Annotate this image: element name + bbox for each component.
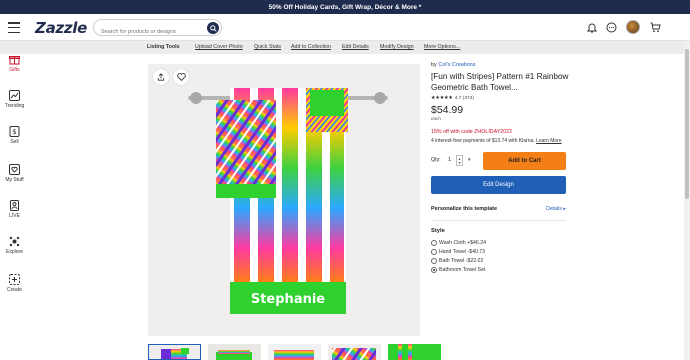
favorite-heart-icon[interactable] bbox=[173, 69, 189, 85]
add-to-collection-link[interactable]: Add to Collection bbox=[291, 44, 331, 50]
sidebar-label-live: LIVE bbox=[9, 213, 20, 219]
search-bar[interactable] bbox=[93, 19, 222, 40]
creator-link[interactable]: Col's Creations bbox=[438, 62, 475, 68]
scrollbar-thumb[interactable] bbox=[685, 49, 689, 199]
bell-icon[interactable] bbox=[585, 21, 598, 34]
promo-code-text: 15% off with code ZHOLIDAY2022 bbox=[431, 129, 513, 135]
listing-tools-toolbar: Listing Tools Upload Cover Photo Quick S… bbox=[0, 41, 690, 54]
qty-label: Qty: bbox=[431, 157, 441, 163]
sidebar-item-my-stuff[interactable]: My Stuff bbox=[0, 164, 29, 183]
sidebar-label-gifts: Gifts bbox=[9, 67, 20, 73]
sidebar-item-explore[interactable]: Explore bbox=[0, 236, 29, 255]
towel-name-text: Stephanie bbox=[251, 292, 325, 307]
user-avatar[interactable] bbox=[626, 20, 640, 34]
product-title: [Fun with Stripes] Pattern #1 Rainbow Ge… bbox=[431, 72, 569, 92]
qty-dropdown-icon[interactable]: ▾ bbox=[468, 157, 471, 163]
sidebar-item-gifts[interactable]: Gifts bbox=[0, 54, 29, 73]
klarna-info: 4 interest-free payments of $13.74 with … bbox=[431, 138, 562, 144]
cart-icon[interactable] bbox=[649, 21, 662, 34]
left-sidebar: Gifts Trending $ Sell My Stuff LIVE Expl… bbox=[0, 54, 29, 360]
sidebar-item-trending[interactable]: Trending bbox=[0, 90, 29, 109]
listing-tools-title: Listing Tools bbox=[147, 44, 180, 50]
explore-icon bbox=[9, 236, 20, 247]
star-rating-icon: ★★★★★ bbox=[431, 95, 453, 101]
product-price: $54.99 bbox=[431, 104, 464, 116]
share-icon[interactable] bbox=[153, 69, 169, 85]
heart-box-icon bbox=[9, 164, 20, 175]
site-header: Zazzle bbox=[0, 14, 690, 41]
sidebar-label-trending: Trending bbox=[4, 103, 25, 109]
quantity-stepper[interactable]: ▲ ▼ bbox=[456, 155, 463, 166]
style-option-bathroom-towel-set[interactable]: Bathroom Towel Set bbox=[431, 265, 485, 274]
radio-button[interactable] bbox=[431, 248, 437, 255]
personalize-title: Personalize this template bbox=[431, 206, 498, 212]
radio-button-selected[interactable] bbox=[431, 266, 437, 273]
page-scrollbar[interactable] bbox=[684, 41, 690, 360]
zazzle-logo[interactable]: Zazzle bbox=[35, 19, 87, 37]
learn-more-link[interactable]: Learn More bbox=[536, 138, 562, 144]
hamburger-menu-icon[interactable] bbox=[8, 22, 20, 33]
radio-button[interactable] bbox=[431, 257, 437, 264]
search-input[interactable] bbox=[94, 24, 204, 40]
rating-count: 4.7 (374) bbox=[454, 95, 474, 101]
style-option-hand-towel[interactable]: Hand Towel -$40.73 bbox=[431, 247, 485, 256]
divider bbox=[431, 220, 566, 221]
towel-set-illustration: Stephanie bbox=[148, 64, 420, 336]
thumbnail-2[interactable] bbox=[208, 344, 261, 360]
sidebar-item-live[interactable]: LIVE bbox=[0, 200, 29, 219]
trending-icon bbox=[9, 90, 20, 101]
sidebar-label-explore: Explore bbox=[6, 249, 23, 255]
quantity-row: Qty: 1 ▲ ▼ ▾ Add to Cart bbox=[431, 152, 571, 170]
product-info-panel: by Col's Creations [Fun with Stripes] Pa… bbox=[431, 62, 571, 273]
sidebar-item-sell[interactable]: $ Sell bbox=[0, 126, 29, 145]
modify-design-link[interactable]: Modify Design bbox=[380, 44, 414, 50]
product-image[interactable]: Stephanie bbox=[148, 64, 420, 336]
personalize-section: Personalize this template Details ▸ bbox=[431, 206, 566, 216]
quick-stats-link[interactable]: Quick Stats bbox=[254, 44, 281, 50]
thumbnail-3[interactable] bbox=[268, 344, 321, 360]
sidebar-label-create: Create bbox=[6, 287, 22, 293]
promo-banner[interactable]: 50% Off Holiday Cards, Gift Wrap, Décor … bbox=[0, 0, 690, 14]
creator-byline: by Col's Creations bbox=[431, 62, 476, 68]
sell-icon: $ bbox=[9, 126, 20, 137]
rating-row[interactable]: ★★★★★ 4.7 (374) bbox=[431, 95, 571, 101]
style-title: Style bbox=[431, 228, 445, 234]
search-icon[interactable] bbox=[207, 22, 219, 34]
sidebar-item-create[interactable]: Create bbox=[0, 274, 29, 293]
thumbnail-1[interactable] bbox=[148, 344, 201, 360]
live-icon bbox=[10, 200, 19, 211]
thumbnail-5[interactable] bbox=[388, 344, 441, 360]
upload-cover-photo-link[interactable]: Upload Cover Photo bbox=[195, 44, 243, 50]
svg-text:$: $ bbox=[12, 128, 16, 136]
edit-details-link[interactable]: Edit Details bbox=[342, 44, 369, 50]
details-link[interactable]: Details ▸ bbox=[546, 206, 566, 212]
thumbnail-4[interactable] bbox=[328, 344, 381, 360]
more-options-link[interactable]: More Options... bbox=[424, 44, 460, 50]
create-icon bbox=[9, 274, 20, 285]
gift-icon bbox=[9, 56, 20, 65]
add-to-cart-button[interactable]: Add to Cart bbox=[483, 152, 566, 170]
price-unit: each bbox=[431, 116, 441, 121]
edit-design-button[interactable]: Edit Design bbox=[431, 176, 566, 194]
sidebar-label-sell: Sell bbox=[10, 139, 19, 145]
chat-icon[interactable] bbox=[605, 21, 618, 34]
sidebar-label-my-stuff: My Stuff bbox=[5, 177, 24, 183]
style-option-wash-cloth[interactable]: Wash Cloth +$46.24 bbox=[431, 238, 486, 247]
style-option-bath-towel[interactable]: Bath Towel -$22.02 bbox=[431, 256, 483, 265]
qty-value[interactable]: 1 bbox=[448, 157, 451, 163]
radio-button[interactable] bbox=[431, 239, 437, 246]
promo-text[interactable]: 50% Off Holiday Cards, Gift Wrap, Décor … bbox=[269, 4, 422, 11]
